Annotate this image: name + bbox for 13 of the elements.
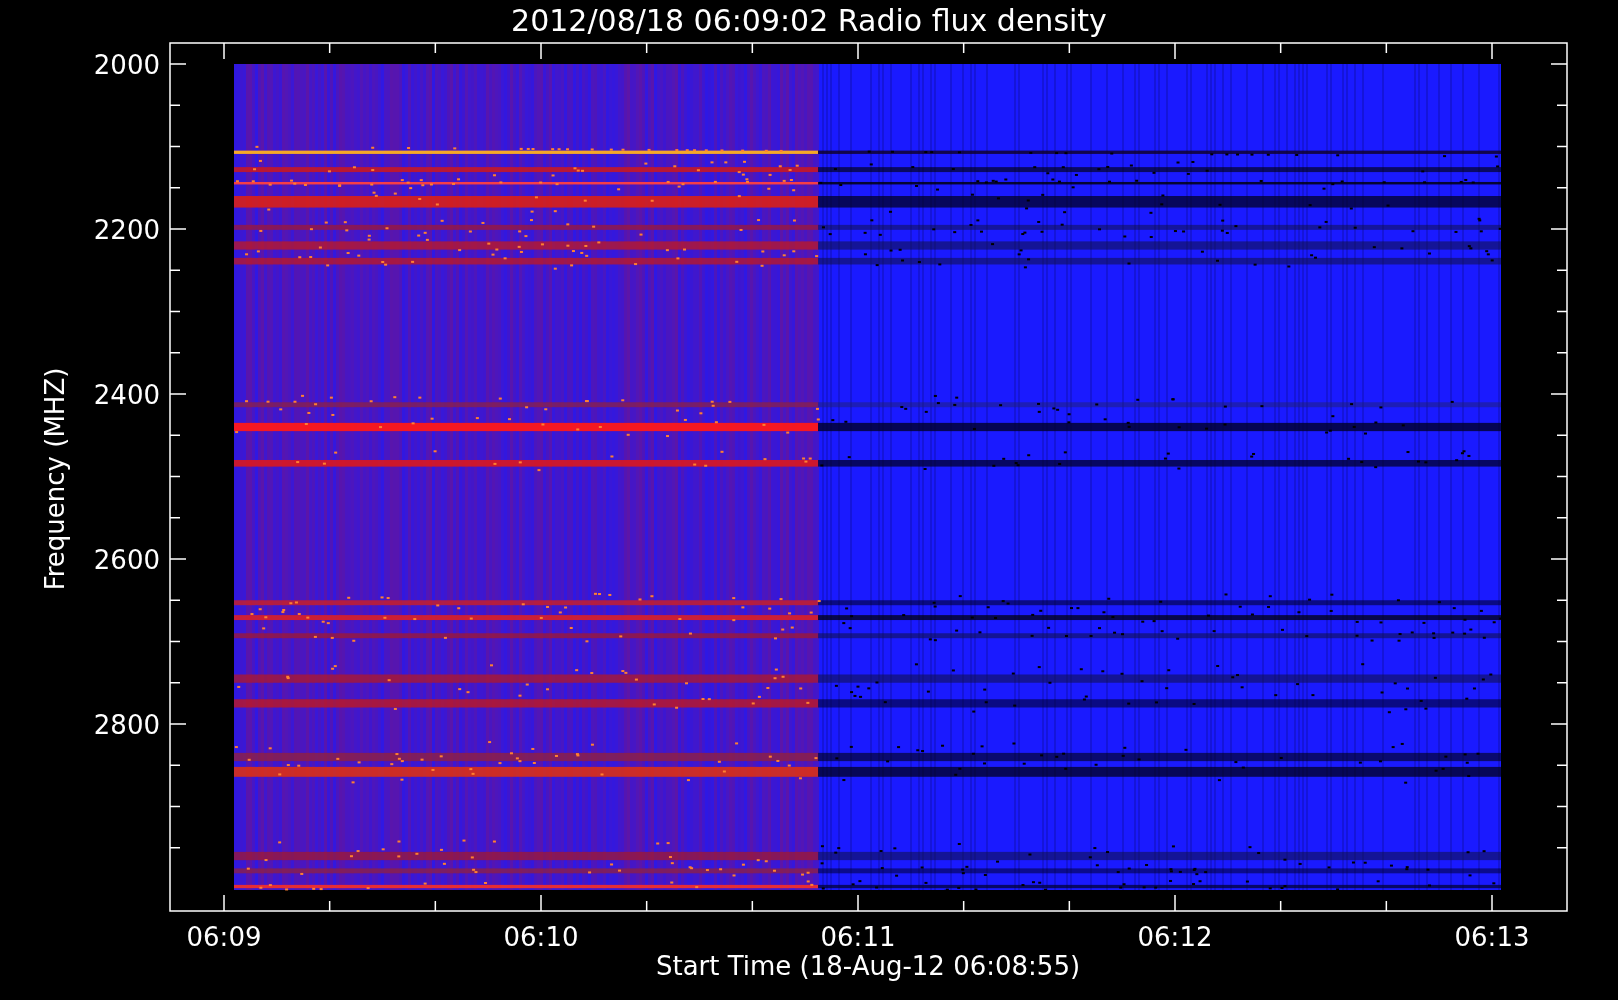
x-tick-label: 06:11 — [820, 922, 896, 952]
y-tick-label: 2400 — [93, 380, 160, 410]
y-tick-label: 2000 — [93, 50, 160, 80]
y-tick-label: 2200 — [93, 215, 160, 245]
x-tick-label: 06:09 — [186, 922, 262, 952]
x-tick-label: 06:13 — [1454, 922, 1530, 952]
plot-title: 2012/08/18 06:09:02 Radio flux density — [511, 3, 1107, 38]
x-tick-label: 06:12 — [1137, 922, 1213, 952]
y-tick-label: 2800 — [93, 710, 160, 740]
y-tick-label: 2600 — [93, 545, 160, 575]
y-axis-label: Frequency (MHZ) — [40, 367, 70, 591]
x-axis-label: Start Time (18-Aug-12 06:08:55) — [655, 951, 1081, 981]
x-tick-label: 06:10 — [503, 922, 579, 952]
